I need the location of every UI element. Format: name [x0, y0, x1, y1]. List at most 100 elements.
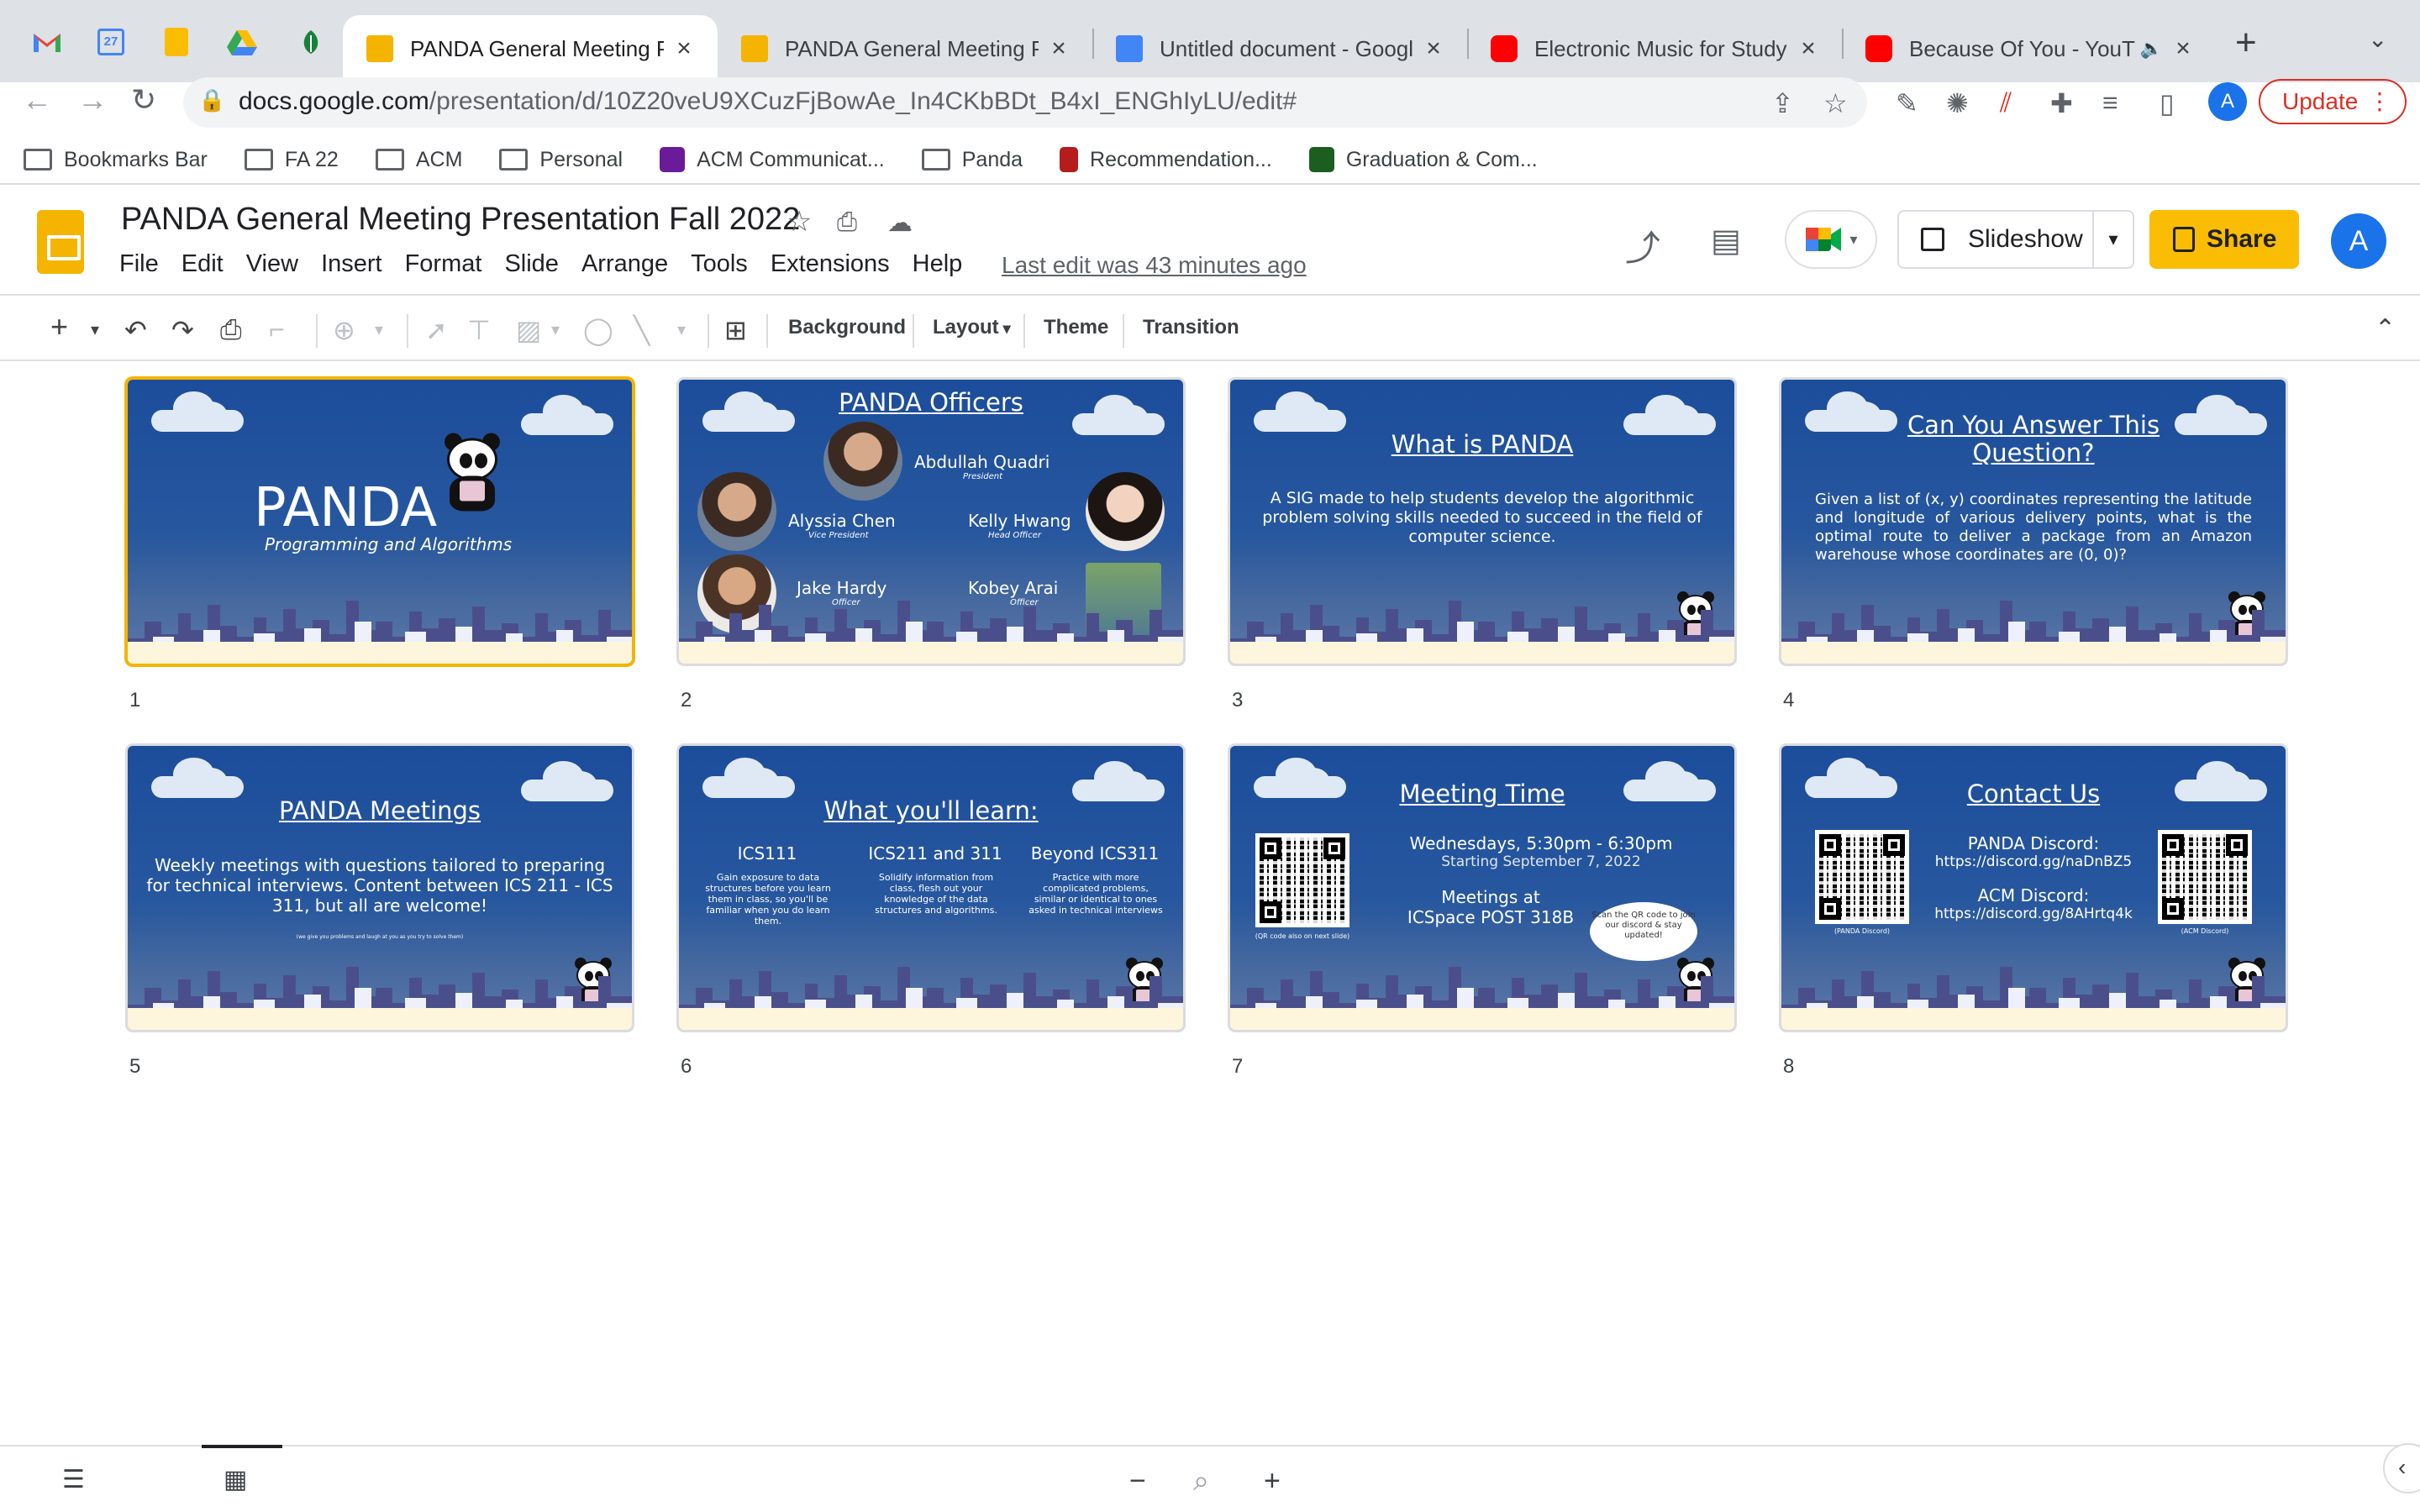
bookmark-graduation[interactable]: Graduation & Com... [1308, 147, 1538, 172]
background-button[interactable]: Background [788, 316, 906, 339]
slides-logo-icon[interactable] [37, 210, 84, 274]
zoom-icon[interactable]: ⌕ [1193, 1465, 1209, 1498]
tab-electronic-music[interactable]: Electronic Music for Studyin × [1467, 15, 1842, 82]
bookmark-acm[interactable]: ACM [375, 148, 462, 172]
transition-button[interactable]: Transition [1143, 316, 1239, 339]
menu-view[interactable]: View [246, 250, 298, 278]
slideshow-dropdown-icon[interactable]: ▾ [2092, 212, 2133, 267]
tab-panda-meeting[interactable]: PANDA General Meeting Pre × [718, 15, 1092, 82]
profile-avatar[interactable]: A [2208, 82, 2247, 121]
zoom-out-icon[interactable]: − [1129, 1465, 1146, 1498]
collapse-toolbar-icon[interactable]: ⌃ [2375, 314, 2396, 344]
document-title[interactable]: PANDA General Meeting Presentation Fall … [121, 202, 800, 238]
close-icon[interactable]: × [1045, 34, 1072, 63]
layout-button[interactable]: Layout ▾ [933, 316, 1011, 339]
bookmark-fa22[interactable]: FA 22 [244, 148, 339, 172]
slide-thumbnail-6[interactable]: What you'll learn: ICS111 Gain exposure … [679, 746, 1183, 1030]
menu-insert[interactable]: Insert [321, 250, 382, 278]
close-icon[interactable]: × [2170, 34, 2196, 63]
slide-thumbnail-4[interactable]: Can You Answer This Question? Given a li… [1781, 380, 2286, 664]
slide-thumbnail-7[interactable]: Meeting Time (QR code also on next slide… [1230, 746, 1734, 1030]
tab-search-icon[interactable]: ⌄ [2368, 25, 2387, 53]
slide-number: 8 [1783, 1055, 1795, 1078]
image-icon[interactable]: ▨ [516, 314, 541, 346]
menu-help[interactable]: Help [913, 250, 963, 278]
officer-name: Kelly Hwang [968, 511, 1071, 531]
forward-icon[interactable]: → [77, 82, 108, 118]
text-box-icon[interactable]: ⊤ [467, 314, 491, 346]
bookmark-acm-communications[interactable]: ACM Communicat... [660, 147, 885, 172]
lock-icon[interactable]: 🔒 [198, 87, 225, 113]
theme-button[interactable]: Theme [1044, 316, 1108, 339]
zoom-dropdown-icon[interactable]: ▾ [375, 319, 383, 340]
drive-icon[interactable] [222, 20, 262, 64]
keep-icon[interactable] [156, 20, 197, 64]
star-icon[interactable]: ☆ [786, 205, 812, 239]
bookmark-personal[interactable]: Personal [499, 148, 623, 172]
bookmark-bookmarks-bar[interactable]: Bookmarks Bar [24, 148, 208, 172]
undo-icon[interactable]: ↶ [124, 314, 147, 346]
activity-trend-icon[interactable]: ⤴ [1625, 220, 1660, 271]
side-panel-icon[interactable]: ▯ [2160, 87, 2175, 119]
menu-edit[interactable]: Edit [182, 250, 224, 278]
image-dropdown-icon[interactable]: ▾ [551, 319, 560, 340]
tab-untitled-document[interactable]: Untitled document - Google × [1092, 15, 1467, 82]
new-slide-dropdown-icon[interactable]: ▾ [91, 319, 99, 340]
menu-extensions[interactable]: Extensions [771, 250, 890, 278]
add-comment-icon[interactable]: ⊞ [724, 314, 747, 346]
zoom-icon[interactable]: ⊕ [333, 314, 355, 346]
paint-format-icon[interactable]: ⌐ [269, 314, 285, 345]
slide-thumbnail-1[interactable]: PANDA Programming and Algorithms [128, 380, 632, 664]
filmstrip-view-icon[interactable]: ☰ [62, 1465, 85, 1494]
puzzle-icon[interactable]: ✚ [2050, 87, 2073, 119]
url-text[interactable]: docs.google.com/presentation/d/10Z20veU9… [239, 87, 1297, 116]
reading-list-icon[interactable]: ≡ [2102, 87, 2118, 118]
slideshow-button[interactable]: Slideshow ▾ [1897, 210, 2134, 269]
select-cursor-icon[interactable]: ➚ [425, 314, 448, 346]
extension-icon[interactable]: ✺ [1946, 87, 1969, 119]
bookmark-panda[interactable]: Panda [921, 148, 1023, 172]
menu-slide[interactable]: Slide [504, 250, 559, 278]
update-button[interactable]: Update ⋮ [2259, 79, 2407, 124]
move-to-folder-icon[interactable]: ⎙ [837, 208, 857, 237]
share-page-icon[interactable]: ⇪ [1771, 87, 1794, 119]
comments-icon[interactable]: ▤ [1711, 222, 1741, 260]
meet-button[interactable]: ▾ [1785, 210, 1877, 269]
tab-panda-meeting-active[interactable]: PANDA General Meeting Pre × [343, 15, 718, 82]
last-edit-link[interactable]: Last edit was 43 minutes ago [1002, 252, 1307, 279]
speaker-icon[interactable]: 🔈 [2140, 38, 2163, 60]
menu-file[interactable]: File [119, 250, 159, 278]
bookmark-recommendation[interactable]: Recommendation... [1060, 147, 1272, 172]
new-slide-icon[interactable]: + [50, 309, 68, 344]
line-icon[interactable]: ╲ [634, 314, 650, 346]
slide-thumbnail-5[interactable]: PANDA Meetings Weekly meetings with ques… [128, 746, 632, 1030]
slide-thumbnail-8[interactable]: Contact Us (PANDA Discord) (ACM Discord)… [1781, 746, 2286, 1030]
close-icon[interactable]: × [671, 34, 697, 63]
extension-red-icon[interactable]: ⫽ [2000, 87, 2012, 119]
bookmark-star-icon[interactable]: ☆ [1823, 87, 1848, 119]
gmail-icon[interactable] [27, 20, 67, 64]
slide-thumbnail-2[interactable]: PANDA Officers Abdullah Quadri President… [679, 380, 1183, 664]
grid-view-icon[interactable]: ▦ [224, 1465, 247, 1494]
tab-because-of-you[interactable]: Because Of You - YouTu 🔈 × [1842, 15, 2217, 82]
reload-icon[interactable]: ↻ [131, 82, 156, 118]
slide-thumbnail-3[interactable]: What is PANDA A SIG made to help student… [1230, 380, 1734, 664]
close-icon[interactable]: × [1420, 34, 1447, 63]
account-avatar[interactable]: A [2331, 213, 2386, 269]
back-icon[interactable]: ← [22, 82, 52, 118]
print-icon[interactable]: ⎙ [220, 314, 242, 346]
menu-tools[interactable]: Tools [691, 250, 748, 278]
menu-format[interactable]: Format [405, 250, 482, 278]
share-button[interactable]: Share [2149, 210, 2299, 269]
close-icon[interactable]: × [1795, 34, 1822, 63]
zoom-in-icon[interactable]: + [1264, 1465, 1281, 1498]
line-dropdown-icon[interactable]: ▾ [677, 319, 686, 340]
cloud-saved-icon[interactable]: ☁ [887, 208, 913, 238]
calendar-icon[interactable]: 27 [91, 20, 131, 64]
leaf-icon[interactable] [291, 20, 331, 64]
shape-icon[interactable]: ◯ [583, 314, 613, 346]
dropper-extension-icon[interactable]: ✎ [1896, 87, 1918, 119]
redo-icon[interactable]: ↷ [171, 314, 194, 346]
menu-arrange[interactable]: Arrange [581, 250, 668, 278]
new-tab-button[interactable]: + [2235, 22, 2257, 64]
